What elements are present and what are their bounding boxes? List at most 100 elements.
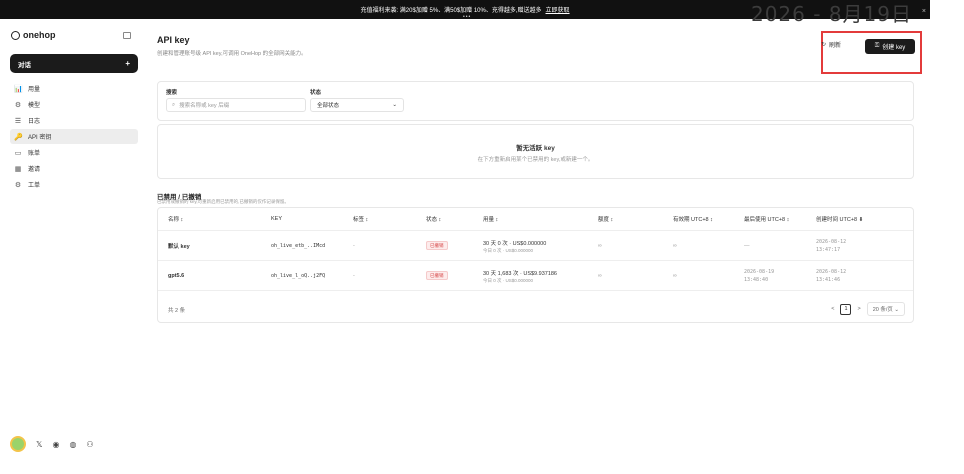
row-usage-today: 今日 0 次 · US$0.000000: [483, 278, 534, 283]
github-icon[interactable]: ◉: [52, 440, 59, 449]
status-badge: 已撤销: [426, 270, 448, 280]
sidebar-item-tickets[interactable]: ⚙ 工单: [10, 177, 138, 192]
refresh-button[interactable]: ↻ 刷新: [821, 40, 841, 49]
sidebar-collapse-icon[interactable]: [123, 31, 131, 39]
empty-state-title: 暂无活跃 key: [516, 145, 555, 152]
col-expiry[interactable]: 有效期 UTC+8 ↕: [673, 215, 713, 223]
page-title: API key: [157, 35, 190, 45]
row-quota: ∞: [598, 272, 602, 279]
status-badge: 已撤销: [426, 240, 448, 250]
search-label: 搜索: [166, 90, 178, 96]
chat-button[interactable]: 对话 +: [10, 54, 138, 73]
sidebar-footer: 𝕏 ◉ ◍ ⚇: [10, 436, 138, 452]
row-last-used-date: 2026-08-19: [744, 269, 775, 275]
ticket-icon: ⚙: [14, 181, 22, 189]
chart-icon: 📊: [14, 85, 23, 93]
col-name[interactable]: 名称 ↕: [168, 215, 183, 223]
sidebar-item-invite[interactable]: ▦ 邀请: [10, 161, 138, 176]
refresh-label: 刷新: [829, 43, 842, 49]
log-icon: ☰: [14, 117, 22, 125]
status-select[interactable]: 全部状态 ⌄: [310, 98, 404, 112]
row-name: gpt5.6: [168, 272, 185, 279]
search-input[interactable]: ⌕ 搜索名称或 key 后缀: [166, 98, 306, 112]
refresh-icon: ↻: [821, 42, 827, 48]
col-created[interactable]: 创建时间 UTC+8 ⬇: [816, 215, 863, 223]
col-last-used[interactable]: 最后使用 UTC+8 ↕: [744, 215, 789, 223]
logo-row: onehop: [11, 30, 131, 40]
sidebar-item-label: 工单: [28, 183, 41, 189]
sidebar-item-label: API 密钥: [28, 135, 52, 141]
search-icon: ⌕: [172, 101, 176, 108]
sidebar-item-logs[interactable]: ☰ 日志: [10, 113, 138, 128]
row-key: oh_live_etb_..IMcd: [271, 242, 326, 249]
sidebar-nav: 📊 用量 ⚙ 模型 ☰ 日志 🔑 API 密钥 ▭ 账单 ▦ 邀请 ⚙ 工单: [10, 81, 138, 193]
next-page-button[interactable]: >: [857, 306, 860, 312]
page-number-button[interactable]: 1: [840, 303, 852, 315]
row-usage: 30 天 0 次 · US$0.000000: [483, 241, 547, 247]
col-tag[interactable]: 标签 ↕: [353, 215, 368, 223]
avatar[interactable]: [10, 436, 26, 452]
row-key: oh_live_l_oQ..j2FQ: [271, 272, 326, 279]
logo-text: onehop: [23, 30, 56, 40]
table-header: 名称 ↕ KEY 标签 ↕ 状态 ↕ 用量 ↕ 额度 ↕ 有效期 UTC+8 ↕…: [158, 208, 913, 231]
row-created-date: 2026-08-12: [816, 269, 847, 275]
chat-button-label: 对话: [18, 61, 31, 69]
banner-link[interactable]: 立即获取: [546, 5, 570, 14]
row-created-date: 2026-08-12: [816, 239, 847, 245]
sidebar: onehop 对话 + 📊 用量 ⚙ 模型 ☰ 日志 🔑 API 密钥 ▭ 账单…: [0, 19, 147, 474]
col-quota[interactable]: 额度 ↕: [598, 215, 613, 223]
card-icon: ▭: [14, 149, 22, 157]
logo-icon: [11, 30, 20, 40]
promo-banner: 充值福利来袭: 满20$加赠 5%、满50$加赠 10%、充得越多,赠送越多 立…: [0, 0, 930, 26]
table-row[interactable]: 默认 key oh_live_etb_..IMcd - 已撤销 30 天 0 次…: [158, 231, 913, 261]
col-key: KEY: [271, 216, 283, 222]
key-icon: ⚿: [874, 43, 880, 49]
table-row[interactable]: gpt5.6 oh_live_l_oQ..j2FQ - 已撤销 30 天 1,6…: [158, 261, 913, 291]
row-usage: 30 天 1,683 次 · US$9.937186: [483, 271, 557, 277]
keys-table: 名称 ↕ KEY 标签 ↕ 状态 ↕ 用量 ↕ 额度 ↕ 有效期 UTC+8 ↕…: [157, 207, 914, 323]
row-quota: ∞: [598, 242, 602, 249]
empty-state-subtitle: 在下方重新启用某个已禁用的 key,或新建一个。: [477, 157, 594, 163]
sidebar-item-billing[interactable]: ▭ 账单: [10, 145, 138, 160]
model-icon: ⚙: [14, 101, 22, 109]
x-icon[interactable]: 𝕏: [36, 440, 42, 449]
sidebar-item-models[interactable]: ⚙ 模型: [10, 97, 138, 112]
create-key-label: 创建 key: [882, 45, 906, 51]
row-last-used: —: [744, 242, 750, 249]
key-icon: 🔑: [14, 133, 23, 141]
create-key-button[interactable]: ⚿ 创建 key: [865, 39, 915, 54]
row-tag: -: [353, 242, 355, 249]
filter-card: 搜索 ⌕ 搜索名称或 key 后缀 状态 全部状态 ⌄: [157, 81, 914, 121]
gift-icon: ▦: [14, 165, 22, 173]
row-usage-today: 今日 0 次 · US$0.000000: [483, 248, 534, 253]
empty-state-card: 暂无活跃 key 在下方重新启用某个已禁用的 key,或新建一个。: [157, 124, 914, 179]
main-content: API key 创建和管理账号级 API key,可调用 OneHop 的全部网…: [157, 19, 922, 474]
sidebar-item-label: 邀请: [28, 167, 41, 173]
discord-icon[interactable]: ◍: [69, 440, 76, 449]
row-created-time: 13:47:17: [816, 247, 841, 253]
page-subtitle: 创建和管理账号级 API key,可调用 OneHop 的全部网关能力。: [157, 51, 307, 57]
row-last-used-time: 13:48:40: [744, 277, 769, 283]
total-count: 共 2 条: [168, 308, 186, 314]
sidebar-item-label: 模型: [28, 103, 41, 109]
sidebar-item-label: 用量: [28, 87, 41, 93]
search-placeholder: 搜索名称或 key 后缀: [179, 103, 230, 109]
logo[interactable]: onehop: [11, 30, 56, 40]
chevron-down-icon: ⌄: [392, 102, 397, 108]
close-icon[interactable]: ×: [922, 8, 926, 15]
plus-icon: +: [125, 59, 130, 68]
row-created-time: 13:41:46: [816, 277, 841, 283]
page-size-select[interactable]: 20 条/页 ⌄: [866, 302, 905, 316]
pagination: < 1 > 20 条/页 ⌄: [831, 302, 905, 316]
sidebar-item-usage[interactable]: 📊 用量: [10, 81, 138, 96]
prev-page-button[interactable]: <: [831, 306, 834, 312]
col-usage[interactable]: 用量 ↕: [483, 215, 498, 223]
col-status[interactable]: 状态 ↕: [426, 215, 441, 223]
theme-icon[interactable]: ⚇: [86, 440, 93, 449]
status-select-value: 全部状态: [317, 103, 340, 109]
row-tag: -: [353, 272, 355, 279]
status-label: 状态: [310, 90, 322, 96]
sidebar-item-api-keys[interactable]: 🔑 API 密钥: [10, 129, 138, 144]
row-expiry: ∞: [673, 242, 677, 249]
sidebar-item-label: 账单: [28, 151, 41, 157]
